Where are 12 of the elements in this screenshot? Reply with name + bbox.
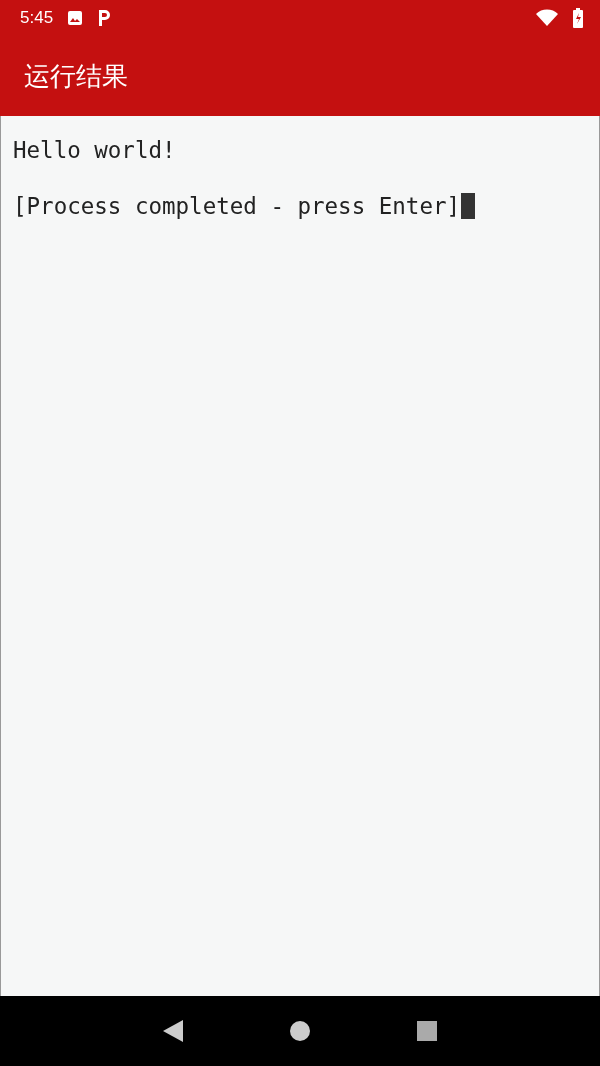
app-title: 运行结果 [24, 59, 128, 93]
p-icon [97, 9, 112, 27]
terminal-line: Hello world! [13, 136, 176, 164]
home-icon[interactable] [290, 1021, 310, 1041]
clock: 5:45 [20, 8, 54, 28]
text-cursor [461, 193, 476, 219]
terminal-line: [Process completed - press Enter] [13, 192, 461, 220]
back-icon[interactable] [163, 1020, 184, 1042]
wifi-icon [536, 9, 558, 27]
battery-icon [572, 8, 584, 28]
image-icon [67, 10, 84, 26]
recents-icon[interactable] [416, 1021, 437, 1041]
